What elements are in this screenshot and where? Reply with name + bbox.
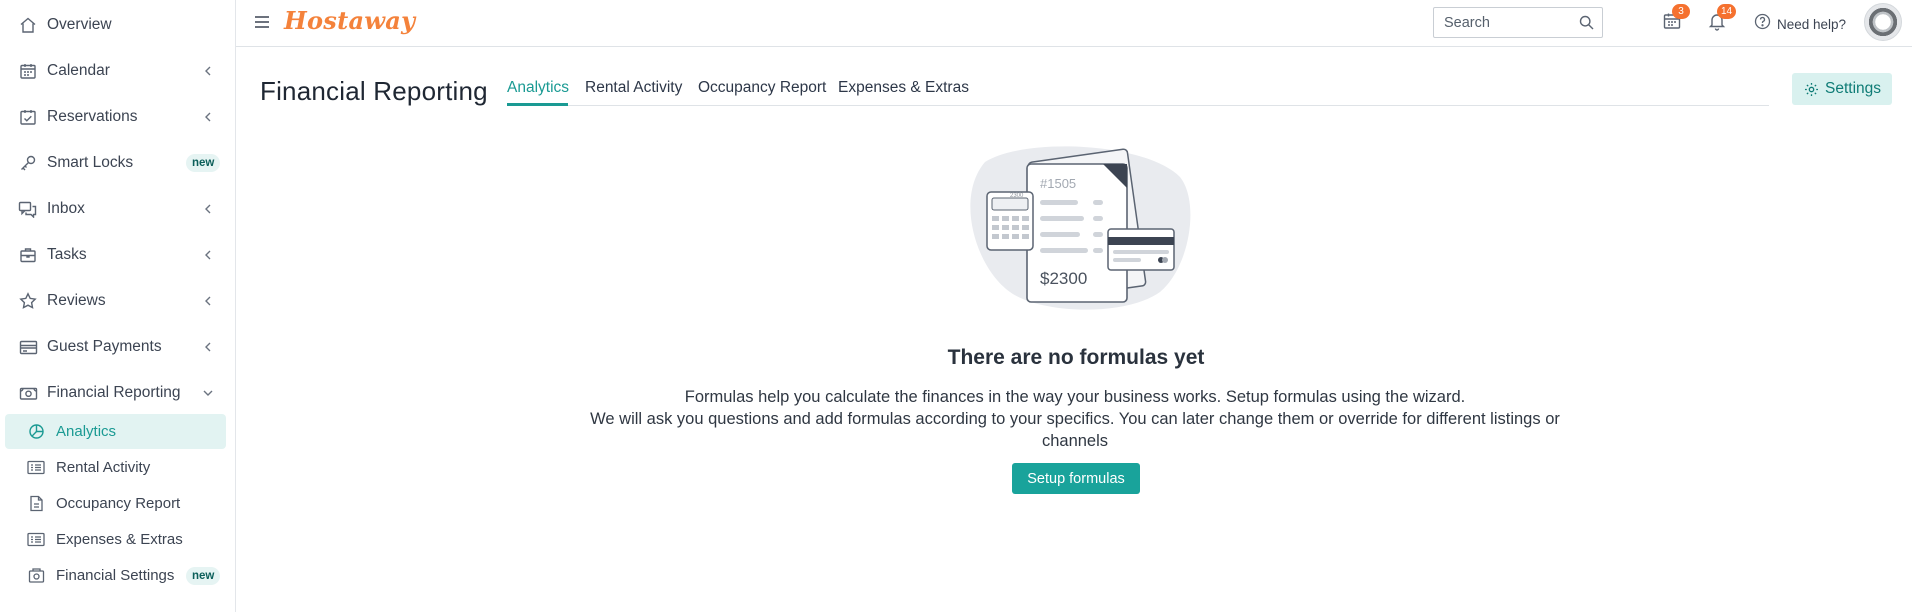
sidebar-item-smart-locks[interactable]: Smart Locks new <box>0 140 236 186</box>
sidebar-subitem-label: Rental Activity <box>56 459 151 476</box>
sidebar-subitem-label: Expenses & Extras <box>56 531 183 548</box>
tab-analytics[interactable]: Analytics <box>507 79 569 97</box>
chevron-left-icon <box>201 64 215 78</box>
sidebar-item-label: Reviews <box>47 292 106 309</box>
notification-count-badge: 14 <box>1717 4 1737 19</box>
sidebar-item-label: Calendar <box>47 62 110 79</box>
search-box[interactable] <box>1433 7 1603 38</box>
money-icon <box>18 383 38 403</box>
page-title: Financial Reporting <box>260 76 488 106</box>
sidebar-item-label: Financial Reporting <box>47 384 181 401</box>
calendar-check-icon <box>18 107 38 127</box>
sidebar-item-label: Tasks <box>47 246 87 263</box>
empty-state-description-line: We will ask you questions and add formul… <box>590 410 1560 450</box>
sidebar-subitem-analytics[interactable]: Analytics <box>5 414 226 449</box>
sidebar-item-reservations[interactable]: Reservations <box>0 94 236 140</box>
list-card-icon <box>27 531 45 549</box>
invoice-amount: $2300 <box>1040 269 1087 288</box>
sidebar-item-calendar[interactable]: Calendar <box>0 48 236 94</box>
home-icon <box>18 15 38 35</box>
new-badge: new <box>186 566 221 585</box>
calendar-icon <box>18 61 38 81</box>
list-card-icon <box>27 459 45 477</box>
chat-icon <box>18 199 38 219</box>
help-link[interactable]: Need help? <box>1754 13 1846 35</box>
notification-count-badge: 3 <box>1672 4 1690 19</box>
chevron-left-icon <box>201 294 215 308</box>
hamburger-menu-icon[interactable] <box>252 12 272 32</box>
help-label: Need help? <box>1777 16 1847 32</box>
calculator-display: 2300 <box>1010 193 1024 199</box>
document-icon <box>27 495 45 513</box>
key-icon <box>18 153 38 173</box>
question-circle-icon <box>1754 13 1771 35</box>
star-icon <box>18 291 38 311</box>
active-tab-indicator <box>507 103 568 106</box>
sidebar-subitem-label: Occupancy Report <box>56 495 181 512</box>
settings-label: Settings <box>1825 80 1882 97</box>
sidebar-subitem-financial-settings[interactable]: Financial Settings new <box>5 558 226 593</box>
chevron-left-icon <box>201 248 215 262</box>
calendar-notifications-button[interactable]: 3 <box>1662 4 1690 33</box>
sidebar-item-overview[interactable]: Overview <box>0 2 236 48</box>
empty-state-description: Formulas help you calculate the finances… <box>570 386 1580 452</box>
chevron-down-icon <box>201 386 215 400</box>
sidebar-subitem-expenses-extras[interactable]: Expenses & Extras <box>5 522 226 557</box>
sidebar-item-label: Smart Locks <box>47 154 134 171</box>
money-settings-icon <box>27 567 45 585</box>
pie-chart-icon <box>27 423 45 441</box>
top-bar: Hostaway 3 14 Need help? <box>236 0 1912 47</box>
briefcase-icon <box>18 245 38 265</box>
tab-occupancy-report[interactable]: Occupancy Report <box>698 79 826 97</box>
user-avatar[interactable] <box>1864 3 1902 41</box>
sidebar-item-reviews[interactable]: Reviews <box>0 278 236 324</box>
empty-state-title: There are no formulas yet <box>947 346 1205 369</box>
sidebar-subitem-rental-activity[interactable]: Rental Activity <box>5 450 226 485</box>
hostaway-logo[interactable]: Hostaway <box>284 6 415 35</box>
sidebar-item-financial-reporting[interactable]: Financial Reporting <box>0 370 236 416</box>
new-badge: new <box>186 154 221 172</box>
sidebar-subitem-label: Analytics <box>56 423 117 440</box>
setup-formulas-button[interactable]: Setup formulas <box>1012 463 1140 494</box>
sidebar-item-label: Inbox <box>47 200 85 217</box>
sidebar-item-label: Reservations <box>47 108 138 125</box>
settings-button[interactable]: Settings <box>1792 73 1892 105</box>
invoice-number: #1505 <box>1040 176 1076 191</box>
gear-icon <box>1804 82 1819 97</box>
sidebar-subitem-occupancy-report[interactable]: Occupancy Report <box>5 486 226 521</box>
empty-state-description-line: Formulas help you calculate the finances… <box>684 388 1466 406</box>
sidebar-item-label: Overview <box>47 16 112 33</box>
sidebar-item-inbox[interactable]: Inbox <box>0 186 236 232</box>
chevron-left-icon <box>201 110 215 124</box>
sidebar: Overview Calendar Reservations Smart Loc… <box>0 0 236 612</box>
bell-button[interactable]: 14 <box>1707 4 1737 33</box>
tab-expenses-extras[interactable]: Expenses & Extras <box>838 79 969 97</box>
tab-rental-activity[interactable]: Rental Activity <box>585 79 682 97</box>
report-tabs: Analytics Rental Activity Occupancy Repo… <box>507 70 1769 106</box>
chevron-left-icon <box>201 202 215 216</box>
invoice-illustration: #1505 $2300 2300 <box>970 146 1191 310</box>
sidebar-subitem-label: Financial Settings <box>56 567 175 584</box>
search-icon[interactable] <box>1579 15 1594 30</box>
sidebar-item-tasks[interactable]: Tasks <box>0 232 236 278</box>
search-input[interactable] <box>1434 8 1574 37</box>
